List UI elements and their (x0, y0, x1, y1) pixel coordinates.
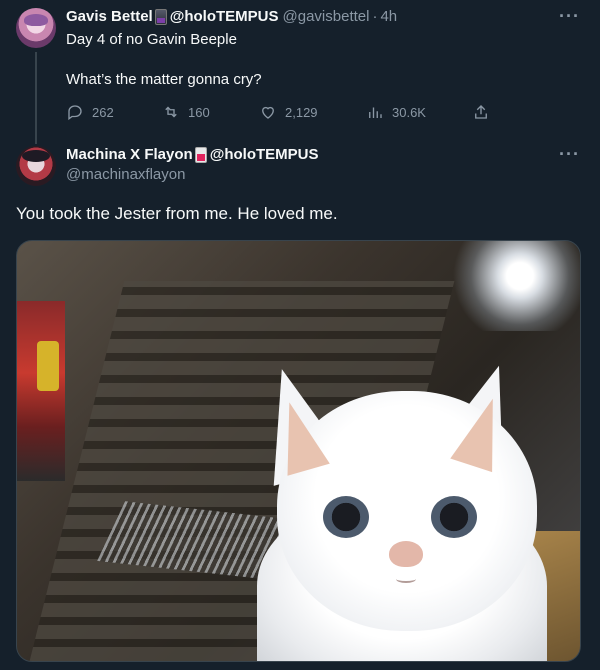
separator-dot: · (372, 8, 378, 25)
reply-button[interactable]: 262 (66, 100, 114, 124)
tweet-text-line-1: Day 4 of no Gavin Beeple (66, 31, 237, 48)
author-display-name[interactable]: Gavis Bettel (66, 8, 153, 25)
avatar[interactable] (16, 8, 56, 48)
share-button[interactable] (472, 100, 498, 124)
author-row: Machina X Flayon @holoTEMPUS (66, 146, 319, 163)
retweet-count: 160 (188, 104, 210, 120)
like-button[interactable]: 2,129 (259, 100, 318, 124)
affiliate-handle[interactable]: @holoTEMPUS (210, 146, 319, 163)
more-options-icon[interactable]: ··· (559, 144, 580, 165)
heart-icon (262, 106, 274, 119)
affiliate-handle[interactable]: @holoTEMPUS (170, 8, 279, 25)
tweet-text-line-2: What’s the matter gonna cry? (66, 71, 262, 88)
more-options-icon[interactable]: ··· (559, 6, 580, 27)
share-icon (475, 105, 487, 119)
parent-tweet[interactable]: Gavis Bettel @holoTEMPUS @gavisbettel · … (0, 0, 600, 144)
view-count: 30.6K (392, 104, 426, 120)
timestamp[interactable]: 4h (380, 8, 397, 25)
cat-right-eye (431, 496, 477, 538)
author-display-name[interactable]: Machina X Flayon (66, 146, 193, 163)
reply-icon (68, 105, 82, 121)
affiliate-badge-icon (194, 146, 207, 163)
affiliate-badge-icon (154, 8, 167, 25)
retweet-button[interactable]: 160 (162, 100, 210, 124)
author-handle[interactable]: @machinaxflayon (66, 166, 185, 183)
tweet-text: You took the Jester from me. He loved me… (16, 204, 338, 223)
avatar[interactable] (16, 146, 56, 186)
tweet-media-image[interactable] (16, 240, 581, 662)
image-left-yellow-object (37, 341, 59, 391)
image-light-source (450, 241, 580, 331)
retweet-icon (165, 106, 177, 118)
reply-count: 262 (92, 104, 114, 120)
thread-connector-line (35, 52, 37, 144)
views-button[interactable]: 30.6K (366, 100, 426, 124)
author-row: Gavis Bettel @holoTEMPUS @gavisbettel · … (66, 8, 397, 25)
like-count: 2,129 (285, 104, 318, 120)
cat-mouth (396, 575, 416, 583)
author-handle[interactable]: @gavisbettel (283, 8, 370, 25)
views-icon (369, 107, 382, 118)
image-left-object (17, 301, 65, 481)
tweet-actions: 262 160 2,129 30.6K (66, 100, 506, 124)
cat-left-eye (323, 496, 369, 538)
cat-nose (389, 541, 423, 567)
